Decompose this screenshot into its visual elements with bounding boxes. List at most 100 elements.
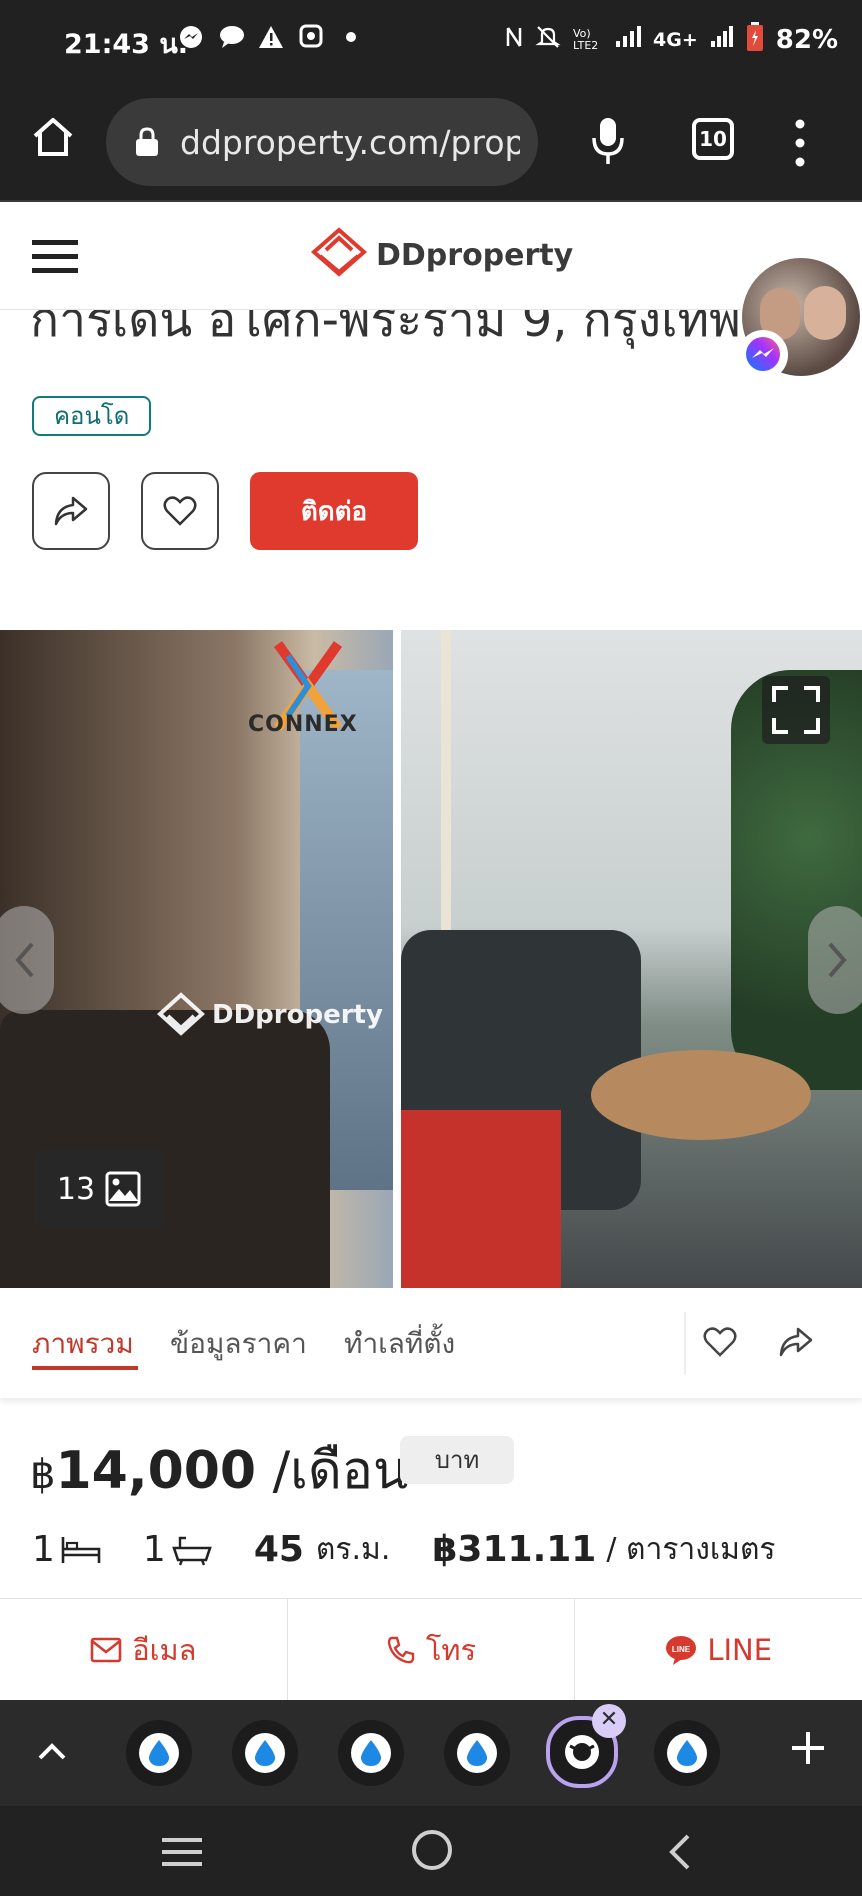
site-header: DDproperty xyxy=(0,204,862,310)
water-drop-icon xyxy=(676,1740,698,1766)
line-label: LINE xyxy=(707,1632,773,1667)
messenger-notification-icon xyxy=(178,24,204,50)
status-time: 21:43 น. xyxy=(64,29,189,60)
photo-count-badge[interactable]: 13 xyxy=(34,1150,164,1228)
water-drop-icon xyxy=(254,1740,276,1766)
rental-price: ฿14,000 /เดือน xyxy=(30,1428,409,1511)
mute-icon xyxy=(535,24,561,56)
address-bar[interactable]: ddproperty.com/prop xyxy=(106,98,538,186)
currency-symbol: ฿ xyxy=(30,1452,56,1498)
dock-app-1[interactable] xyxy=(126,1720,192,1786)
recent-apps-icon[interactable] xyxy=(162,1836,202,1868)
bed-icon xyxy=(61,1536,101,1563)
share-button[interactable] xyxy=(32,472,110,550)
nfc-icon xyxy=(505,25,523,55)
agency-logo-text: CONNEX xyxy=(248,712,358,737)
price-per-sqm-value: ฿311.11 xyxy=(432,1529,597,1570)
call-label: โทร xyxy=(425,1632,477,1667)
status-bar: 21:43 น. Vo) LTE2 4G+ 82% xyxy=(0,0,862,82)
browser-toolbar: ddproperty.com/prop 10 xyxy=(0,82,862,202)
messenger-icon xyxy=(738,330,788,380)
dock-app-4[interactable] xyxy=(444,1720,510,1786)
floating-apps-dock xyxy=(0,1700,862,1806)
water-drop-icon xyxy=(466,1740,488,1766)
line-button[interactable]: LINE LINE xyxy=(575,1599,862,1700)
price-per-sqm-unit: / ตารางเมตร xyxy=(606,1532,776,1567)
browser-app-icon xyxy=(565,1735,599,1769)
dock-app-3[interactable] xyxy=(338,1720,404,1786)
chat-notification-icon xyxy=(218,24,244,50)
area-spec: 45 ตร.ม. xyxy=(254,1526,391,1573)
bathrooms-count: 1 xyxy=(142,1529,166,1570)
active-tab-indicator xyxy=(32,1366,138,1370)
hamburger-menu-icon[interactable] xyxy=(32,238,78,276)
system-navigation-bar xyxy=(0,1806,862,1896)
share-icon xyxy=(54,496,88,526)
property-specs: 1 1 45 ตร.ม. ฿311.11 / ตารางเมตร xyxy=(32,1526,818,1573)
photo-gallery[interactable]: CONNEX DDproperty 13 xyxy=(0,630,862,1288)
lock-icon xyxy=(136,127,158,156)
heart-icon xyxy=(703,1327,737,1357)
watermark-text: DDproperty xyxy=(212,1000,383,1030)
favorite-button[interactable] xyxy=(141,472,219,550)
property-type-tag: คอนโด xyxy=(32,396,152,436)
tab-overview[interactable]: ภาพรวม xyxy=(32,1322,134,1366)
water-drop-icon xyxy=(148,1740,170,1766)
fullscreen-icon[interactable] xyxy=(762,676,830,744)
call-button[interactable]: โทร xyxy=(288,1599,576,1700)
gallery-prev-button[interactable] xyxy=(0,906,54,1014)
price-amount: 14,000 xyxy=(55,1441,257,1501)
email-label: อีเมล xyxy=(132,1632,197,1667)
currency-selector[interactable]: บาท xyxy=(400,1436,514,1484)
tab-location[interactable]: ทำเลที่ตั้ง xyxy=(344,1322,455,1366)
chevron-right-icon xyxy=(828,942,847,978)
ddproperty-watermark: DDproperty xyxy=(156,992,383,1038)
ddproperty-logo[interactable]: DDproperty xyxy=(310,226,573,284)
back-icon[interactable] xyxy=(666,1832,692,1872)
area-value: 45 xyxy=(253,1529,304,1570)
home-icon[interactable] xyxy=(412,1830,452,1870)
signal-2-icon xyxy=(710,25,734,55)
ddproperty-logo-icon xyxy=(310,227,368,277)
contact-actions: อีเมล โทร LINE LINE xyxy=(0,1598,862,1700)
contact-button[interactable]: ติดต่อ xyxy=(250,472,418,550)
price-period: /เดือน xyxy=(272,1441,409,1501)
add-app-icon[interactable] xyxy=(788,1728,828,1768)
avatar-person-2 xyxy=(804,286,846,340)
tab-switcher-button[interactable]: 10 xyxy=(692,118,734,160)
tabs-share-button[interactable] xyxy=(768,1314,824,1370)
mail-icon xyxy=(90,1637,122,1662)
share-icon xyxy=(779,1327,813,1357)
tab-price-info[interactable]: ข้อมูลราคา xyxy=(170,1322,307,1366)
bedrooms-count: 1 xyxy=(32,1529,55,1570)
photo-count: 13 xyxy=(56,1171,96,1207)
price-per-sqm-spec: ฿311.11 / ตารางเมตร xyxy=(432,1526,775,1573)
voice-search-icon[interactable] xyxy=(588,116,628,166)
notification-icons xyxy=(178,24,364,50)
overflow-menu-icon[interactable] xyxy=(790,118,810,168)
tabs-favorite-button[interactable] xyxy=(692,1314,748,1370)
bathtub-icon xyxy=(172,1536,212,1565)
section-tabs: ภาพรวม ข้อมูลราคา ทำเลที่ตั้ง xyxy=(0,1288,862,1398)
dock-app-2[interactable] xyxy=(232,1720,298,1786)
chevron-up-icon[interactable] xyxy=(34,1734,70,1770)
battery-percent: 82% xyxy=(775,25,838,55)
bathrooms-spec: 1 xyxy=(143,1529,212,1570)
close-icon[interactable]: ✕ xyxy=(592,1704,626,1738)
bedrooms-spec: 1 xyxy=(32,1529,101,1570)
logo-text: DDproperty xyxy=(376,237,574,273)
browser-home-icon[interactable] xyxy=(30,114,76,160)
phone-icon xyxy=(387,1636,415,1663)
heart-icon xyxy=(163,496,197,526)
chevron-left-icon xyxy=(15,942,34,978)
water-drop-icon xyxy=(360,1740,382,1766)
gallery-next-button[interactable] xyxy=(808,906,862,1014)
line-app-icon: LINE xyxy=(666,1635,697,1665)
screenshot-icon xyxy=(298,24,324,50)
email-button[interactable]: อีเมล xyxy=(0,1599,288,1700)
dock-app-5[interactable] xyxy=(654,1720,720,1786)
warning-icon xyxy=(258,24,284,50)
svg-text:LINE: LINE xyxy=(672,1645,691,1654)
area-unit: ตร.ม. xyxy=(315,1532,391,1567)
image-icon xyxy=(105,1171,141,1207)
